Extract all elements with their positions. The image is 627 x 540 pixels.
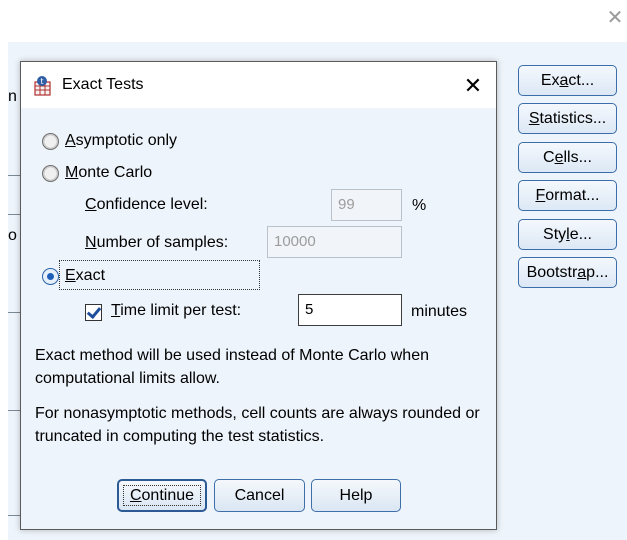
bootstrap-button[interactable]: Bootstrap... <box>518 257 617 288</box>
time-limit-unit: minutes <box>411 303 468 320</box>
exact-method-note: Exact method will be used instead of Mon… <box>35 347 429 387</box>
confidence-level-label-text: onfidence level: <box>96 196 208 213</box>
spss-app-icon: t <box>34 76 51 96</box>
asymptotic-only-option[interactable]: Asymptotic only <box>42 132 177 150</box>
parent-fragment-2: o <box>8 227 17 244</box>
dialog-close-icon[interactable]: ✕ <box>457 71 489 101</box>
number-of-samples-input[interactable]: 10000 <box>267 226 402 258</box>
cancel-button[interactable]: Cancel <box>214 479 305 512</box>
exact-radio[interactable] <box>42 267 59 285</box>
exact-label-text: xact <box>75 267 106 284</box>
monte-carlo-radio[interactable] <box>42 164 59 182</box>
confidence-level-input[interactable]: 99 <box>331 189 402 221</box>
monte-carlo-label-text: onte Carlo <box>78 164 153 181</box>
exact-label: Exact <box>65 267 106 284</box>
continue-focus-rect <box>123 485 201 506</box>
outer-close-icon[interactable]: ✕ <box>605 8 625 28</box>
parent-fragment-1: n <box>8 88 17 105</box>
help-button[interactable]: Help <box>311 479 401 512</box>
screen: ✕ n o Exact... Statistics... Cells... Fo… <box>0 0 627 540</box>
time-limit-label: Time limit per test: <box>111 302 242 319</box>
monte-carlo-label: Monte Carlo <box>65 164 153 181</box>
svg-text:t: t <box>40 77 43 86</box>
style-button[interactable]: Style... <box>518 219 617 250</box>
continue-button[interactable]: Continue <box>117 479 207 512</box>
exact-button-label: Exact... <box>540 72 595 89</box>
exact-option[interactable]: Exact <box>42 267 105 285</box>
style-button-label: Style... <box>543 226 592 243</box>
confidence-unit: % <box>412 197 427 214</box>
format-button-label: Format... <box>535 187 600 204</box>
exact-button[interactable]: Exact... <box>518 65 617 96</box>
number-of-samples-label: Number of samples: <box>85 234 229 251</box>
monte-carlo-option[interactable]: Monte Carlo <box>42 164 152 182</box>
cells-button-label: Cells... <box>543 149 592 166</box>
cells-button[interactable]: Cells... <box>518 142 617 173</box>
exact-tests-dialog: t Exact Tests ✕ Asymptotic only Monte Ca… <box>20 61 497 530</box>
confidence-level-label: Confidence level: <box>85 196 208 213</box>
format-button[interactable]: Format... <box>518 180 617 211</box>
statistics-button[interactable]: Statistics... <box>518 103 617 134</box>
bootstrap-button-label: Bootstrap... <box>526 264 609 281</box>
nonasymptotic-note: For nonasymptotic methods, cell counts a… <box>35 405 480 445</box>
asymptotic-only-label: Asymptotic only <box>65 132 178 149</box>
time-limit-label-text: ime limit per test: <box>120 302 242 319</box>
statistics-button-label: Statistics... <box>528 110 607 127</box>
dialog-titlebar: t Exact Tests ✕ <box>21 62 496 108</box>
time-limit-checkbox[interactable] <box>85 304 102 321</box>
dialog-title: Exact Tests <box>62 76 144 93</box>
asymptotic-only-radio[interactable] <box>42 132 59 150</box>
asymptotic-only-label-text: symptotic only <box>75 132 178 149</box>
dialog-body: Asymptotic only Monte Carlo Confidence l… <box>21 108 496 529</box>
number-of-samples-label-text: umber of samples: <box>96 234 229 251</box>
time-limit-input[interactable]: 5 <box>298 294 402 326</box>
